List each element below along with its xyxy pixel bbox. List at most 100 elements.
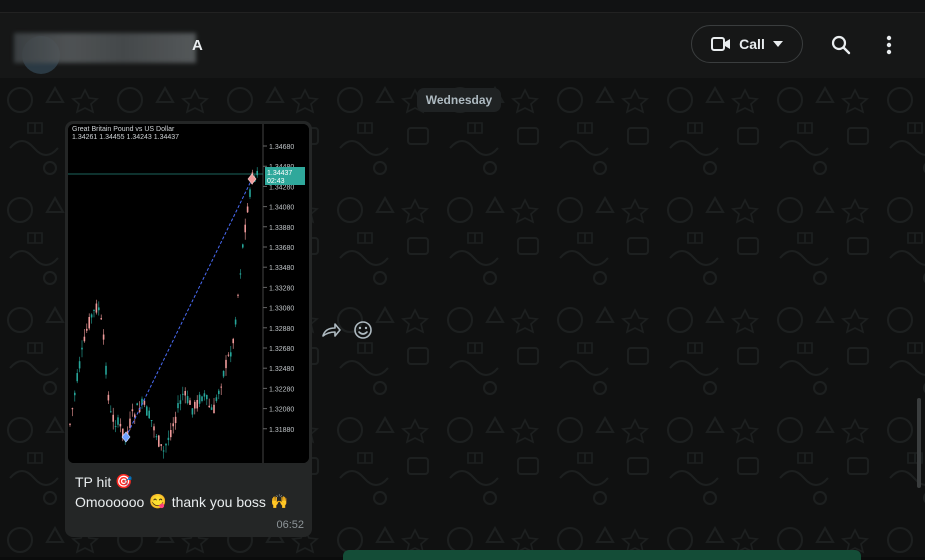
trade-screenshot-image[interactable]: Great Britain Pound vs US Dollar 1.34261… — [68, 124, 309, 463]
yum-emoji: 😋 — [149, 493, 167, 509]
message-bubble[interactable]: Great Britain Pound vs US Dollar 1.34261… — [65, 121, 312, 537]
candle-body — [249, 189, 251, 197]
candle-body — [196, 399, 198, 409]
contact-name[interactable]: A — [192, 37, 203, 54]
candle-body — [201, 396, 203, 402]
y-tick-label: 1.34080 — [269, 205, 294, 212]
trade-chart: Great Britain Pound vs US Dollar 1.34261… — [68, 124, 309, 463]
message-time: 06:52 — [276, 519, 304, 531]
candle-body — [148, 410, 150, 419]
candle-body — [119, 423, 122, 427]
video-icon — [711, 37, 731, 51]
candle-body — [189, 400, 191, 405]
candle-body — [86, 328, 88, 331]
candle-body — [220, 386, 222, 388]
menu-button[interactable] — [877, 33, 901, 57]
react-button[interactable] — [352, 319, 374, 341]
candle-body — [74, 392, 76, 396]
candle-body — [210, 407, 213, 410]
y-tick-label: 1.32280 — [269, 386, 294, 393]
candle-body — [234, 319, 237, 325]
y-tick-label: 1.32880 — [269, 326, 294, 333]
candle-body — [102, 334, 105, 340]
candle-body — [172, 423, 174, 427]
candle-body — [191, 408, 194, 415]
message-text-1: TP hit — [75, 473, 112, 490]
search-icon — [831, 35, 851, 55]
y-tick-label: 1.34280 — [269, 184, 294, 191]
candle-body — [215, 397, 218, 401]
candle-body — [203, 393, 206, 397]
candle-body — [170, 430, 172, 438]
y-tick-label: 1.33080 — [269, 306, 294, 313]
candle-body — [167, 437, 170, 441]
target-emoji: 🎯 — [115, 473, 133, 489]
candle-body — [256, 170, 258, 176]
candle-body — [246, 206, 249, 213]
candle-body — [184, 391, 186, 396]
message-text-2b: thank you boss — [171, 493, 266, 510]
candle-body — [136, 403, 138, 406]
candle-body — [177, 403, 179, 409]
emoji-react-icon — [354, 321, 372, 339]
chart-title: Great Britain Pound vs US Dollar — [72, 126, 175, 133]
message-line-2: Omoooooo 😋 thank you boss 🙌 — [75, 493, 288, 510]
y-tick-label: 1.33680 — [269, 245, 294, 252]
candle-body — [194, 401, 196, 409]
candle-body — [242, 244, 244, 248]
call-label: Call — [739, 36, 765, 52]
candle-body — [81, 347, 83, 350]
y-tick-label: 1.32080 — [269, 407, 294, 414]
candle-body — [218, 390, 220, 395]
candle-body — [186, 396, 189, 404]
candle-body — [237, 294, 239, 296]
y-tick-label: 1.32680 — [269, 346, 294, 353]
candle-body — [232, 338, 234, 344]
chevron-down-icon — [772, 41, 783, 47]
candle-body — [179, 400, 182, 404]
candle-body — [182, 393, 184, 395]
candle-body — [239, 273, 242, 275]
candle-body — [83, 336, 86, 342]
search-button[interactable] — [829, 33, 853, 57]
candle-body — [90, 314, 93, 318]
y-tick-label: 1.31880 — [269, 427, 294, 434]
y-tick-label: 1.32480 — [269, 366, 294, 373]
candle-body — [155, 436, 158, 438]
candle-body — [69, 423, 71, 425]
candle-body — [95, 303, 98, 313]
candle-body — [174, 416, 177, 424]
chart-ohlc: 1.34261 1.34455 1.34243 1.34437 — [72, 134, 179, 141]
candle-body — [117, 417, 119, 425]
candle-body — [208, 405, 210, 408]
candle-body — [71, 408, 74, 410]
candle-body — [165, 443, 167, 446]
candle-body — [114, 426, 117, 428]
candle-body — [153, 426, 155, 431]
message-text-2a: Omoooooo — [75, 493, 145, 510]
next-outgoing-message[interactable] — [343, 550, 861, 560]
message-line-1: TP hit 🎯 — [75, 473, 133, 490]
forward-button[interactable] — [320, 319, 342, 341]
y-tick-label: 1.33280 — [269, 285, 294, 292]
candle-body — [160, 444, 162, 446]
candle-body — [230, 352, 232, 357]
candle-body — [107, 394, 110, 401]
candle-body — [93, 309, 95, 311]
scrollbar-thumb[interactable] — [917, 398, 921, 488]
candle-body — [206, 394, 208, 400]
call-button[interactable]: Call — [691, 25, 803, 63]
candle-body — [143, 400, 146, 405]
candle-body — [98, 307, 100, 311]
chat-header: A Call — [0, 13, 925, 78]
chat-pane[interactable]: Wednesday Great Britain Pound vs US Doll… — [0, 78, 925, 557]
candle-body — [213, 404, 215, 414]
candle-body — [78, 361, 81, 369]
candle-body — [146, 406, 148, 416]
candle-body — [76, 373, 78, 382]
forward-icon — [322, 323, 341, 337]
candle-body — [225, 359, 227, 369]
candle-body — [198, 394, 201, 404]
candle-body — [88, 316, 90, 329]
candle-body — [162, 450, 165, 452]
